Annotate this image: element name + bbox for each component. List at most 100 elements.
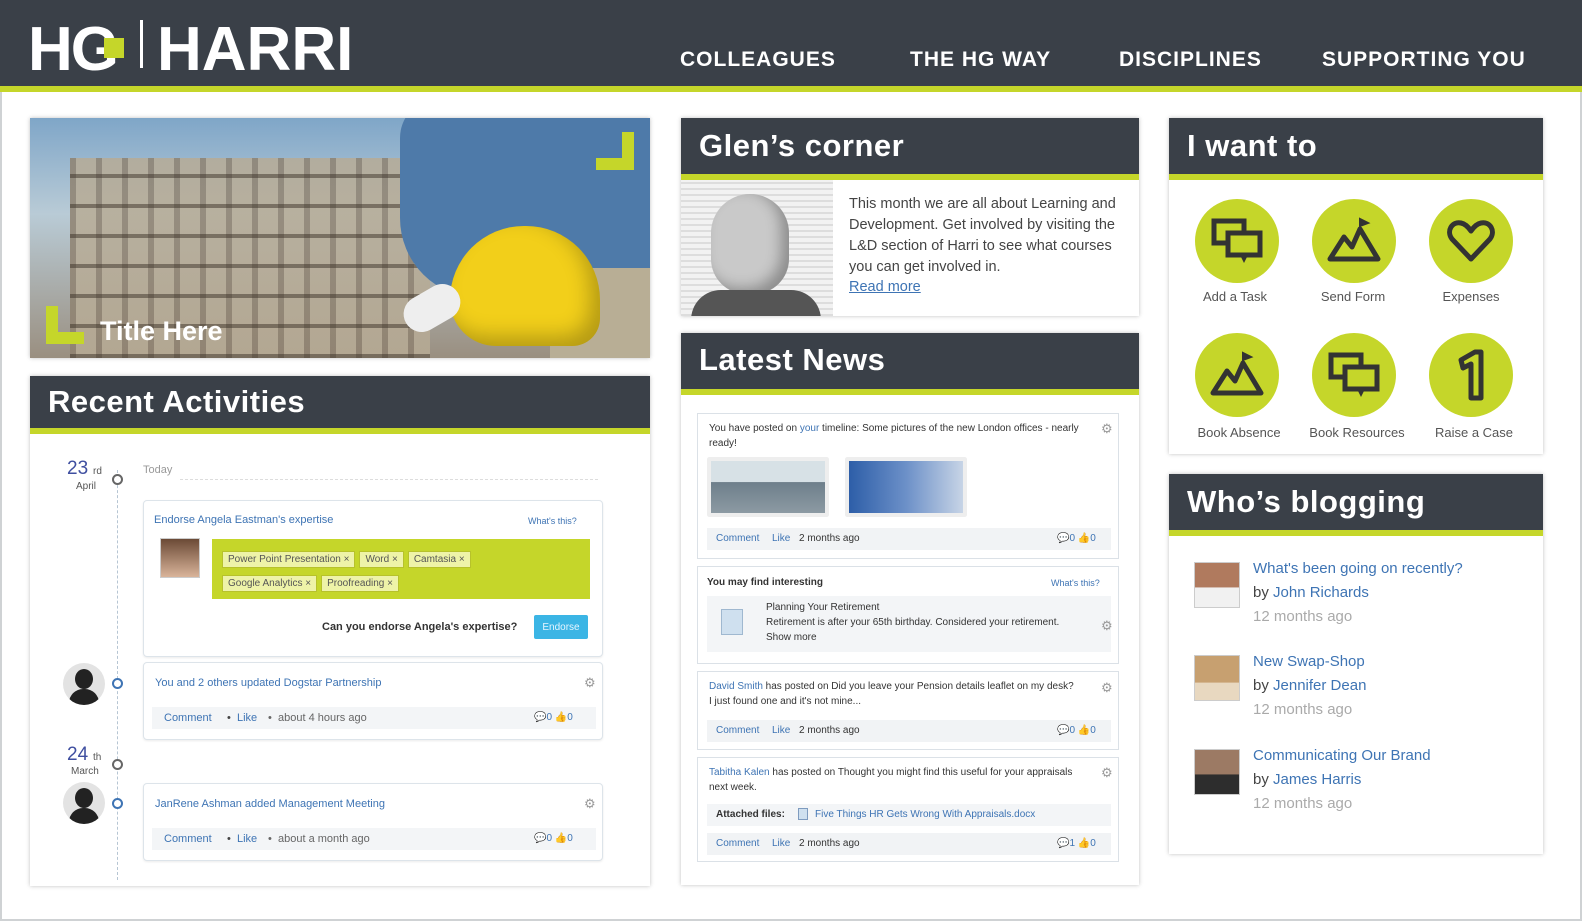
comment-link[interactable]: Comment [716,725,759,736]
gear-icon[interactable]: ⚙ [1101,618,1113,634]
angela-avatar [160,538,200,578]
gear-icon[interactable]: ⚙ [584,796,596,812]
news-counts: 💬1 👍0 [1057,838,1096,849]
nav-supporting-you[interactable]: SUPPORTING YOU [1322,48,1526,72]
like-link[interactable]: Like [772,838,790,849]
endorse-button[interactable]: Endorse [534,615,588,639]
activity-you: You and [155,677,199,689]
news-pre: You have posted on [709,423,800,434]
blog-time: 12 months ago [1253,795,1353,812]
whos-blogging-title: Who’s blogging [1169,474,1543,536]
activity-added: added [241,798,279,810]
activity-card: You and 2 others updated Dogstar Partner… [143,662,603,740]
activity-card: JanRene Ashman added Management Meeting … [143,783,603,861]
nav-colleagues[interactable]: COLLEAGUES [680,48,836,72]
office-photo[interactable] [708,458,828,516]
timeline-date-day: 23 [67,458,89,479]
activity-target-link[interactable]: Management Meeting [279,798,385,810]
file-icon [798,808,808,820]
blog-post-link[interactable]: What's been going on recently? [1253,560,1463,577]
timeline-date-suffix: th [93,752,102,763]
like-link[interactable]: Like [237,833,257,845]
tag-camtasia[interactable]: Camtasia × [407,551,471,568]
expenses-label: Expenses [1442,289,1500,304]
heart-icon [1447,220,1495,262]
chat-bubbles-icon [1211,218,1263,263]
gear-icon[interactable]: ⚙ [1101,421,1113,437]
news-user-link[interactable]: David Smith [709,681,763,692]
send-form-label: Send Form [1320,289,1386,304]
comment-link[interactable]: Comment [716,838,759,849]
gear-icon[interactable]: ⚙ [1101,765,1113,781]
nav-disciplines[interactable]: DISCIPLINES [1119,48,1262,72]
book-absence-button[interactable] [1195,333,1279,417]
news-time: 2 months ago [799,838,860,849]
blog-post-link[interactable]: Communicating Our Brand [1253,747,1431,764]
blog-by: by [1253,584,1274,601]
retirement-link[interactable]: Planning Your Retirement [766,600,879,615]
gear-icon[interactable]: ⚙ [1101,680,1113,696]
hero-corner-mark-bottom [46,306,84,344]
book-resources-button[interactable] [1312,333,1396,417]
blog-author-link[interactable]: James Harris [1273,771,1361,788]
blog-by: by [1253,771,1274,788]
like-link[interactable]: Like [772,533,790,544]
timeline-date-day: 24 [67,744,89,765]
endorse-heading[interactable]: Endorse Angela Eastman's expertise [154,514,333,526]
news-user-link[interactable]: Tabitha Kalen [709,767,770,778]
blog-by: by [1253,677,1274,694]
logo-accent-square [104,38,124,58]
glens-corner-body: This month we are all about Learning and… [849,196,1116,275]
activity-user-link[interactable]: JanRene Ashman [155,798,242,810]
document-icon [721,609,743,635]
activity-target-link[interactable]: Dogstar Partnership [284,677,382,689]
news-time: 2 months ago [799,533,860,544]
comment-link[interactable]: Comment [164,833,212,845]
like-link[interactable]: Like [772,725,790,736]
activity-counts: 💬0 👍0 [534,833,573,844]
timeline-date-suffix: rd [93,466,102,477]
tag-proofreading[interactable]: Proofreading × [321,575,399,592]
news-footer: Comment Like 2 months ago 💬0 👍0 [707,528,1111,550]
raise-case-label: Raise a Case [1434,425,1514,440]
tag-word[interactable]: Word × [359,551,404,568]
raise-case-button[interactable] [1429,333,1513,417]
blog-author-link[interactable]: John Richards [1273,584,1369,601]
blog-post-link[interactable]: New Swap-Shop [1253,653,1365,670]
hero-corner-mark [596,132,634,170]
endorse-question: Can you endorse Angela's expertise? [322,621,518,633]
activity-counts: 💬0 👍0 [534,712,573,723]
attachment-link[interactable]: Five Things HR Gets Wrong With Appraisal… [815,809,1035,820]
news-your-link[interactable]: your [800,423,819,434]
blog-time: 12 months ago [1253,701,1353,718]
nav-the-hg-way[interactable]: THE HG WAY [910,48,1051,72]
comment-link[interactable]: Comment [164,712,212,724]
activity-others-link[interactable]: 2 others [198,677,238,689]
office-photo[interactable] [846,458,966,516]
send-form-button[interactable] [1312,199,1396,283]
glens-corner-title: Glen’s corner [681,118,1139,180]
activity-footer: Comment • Like • about a month ago 💬0 👍0 [152,828,596,850]
hero-banner[interactable]: Title Here [30,118,650,358]
top-header: HG HARRI COLLEAGUES THE HG WAY DISCIPLIN… [0,0,1582,86]
attachment-row: Attached files: Five Things HR Gets Wron… [707,804,1111,826]
interesting-whats-this[interactable]: What's this? [1051,578,1100,588]
news-footer: Comment Like 2 months ago 💬0 👍0 [707,720,1111,742]
gear-icon[interactable]: ⚙ [584,675,596,691]
like-link[interactable]: Like [237,712,257,724]
endorse-whats-this[interactable]: What's this? [528,516,577,526]
news-counts: 💬0 👍0 [1057,725,1096,736]
add-task-button[interactable] [1195,199,1279,283]
blog-author-link[interactable]: Jennifer Dean [1273,677,1366,694]
show-more-link[interactable]: Show more [766,630,817,645]
comment-link[interactable]: Comment [716,533,759,544]
tag-power-point[interactable]: Power Point Presentation × [222,551,356,568]
expenses-button[interactable] [1429,199,1513,283]
activity-time: about a month ago [278,833,370,845]
timeline-dot [112,474,123,485]
i-want-to-title: I want to [1169,118,1543,180]
timeline-line [117,470,118,880]
logo-harri[interactable]: HARRI [157,14,353,85]
tag-google-analytics[interactable]: Google Analytics × [222,575,318,592]
read-more-link[interactable]: Read more [849,279,921,295]
